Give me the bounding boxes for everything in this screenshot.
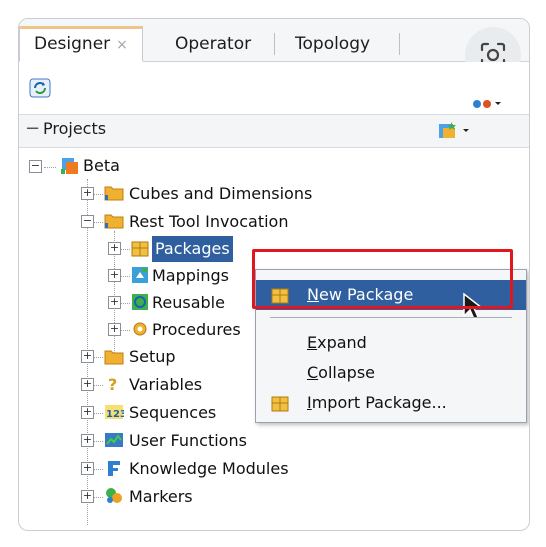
reusable-mapping-icon (132, 294, 148, 310)
tree-item-label: Markers (129, 487, 193, 506)
tree-item-label: Variables (129, 375, 203, 394)
tree-item-label: Cubes and Dimensions (129, 184, 313, 203)
tree-item-setup[interactable]: Setup (129, 344, 176, 370)
annotation-highlight-box (252, 249, 513, 309)
menu-item-expand[interactable]: Expand (256, 328, 526, 358)
expand-toggle[interactable]: + (108, 323, 121, 336)
refresh-icon[interactable] (29, 78, 51, 98)
projects-header: − Projects (19, 115, 529, 148)
tab-designer[interactable]: Designer × (19, 26, 143, 62)
svg-text:123: 123 (106, 409, 124, 420)
expand-toggle[interactable]: + (108, 296, 121, 309)
tab-close-icon[interactable]: × (116, 37, 128, 53)
expand-toggle[interactable]: + (81, 462, 94, 475)
tree-item-label: Procedures (152, 320, 241, 339)
expand-toggle[interactable]: + (81, 350, 94, 363)
expand-toggle[interactable]: + (108, 269, 121, 282)
tab-topology-label: Topology (295, 34, 371, 54)
connect-icon[interactable] (471, 94, 501, 112)
tree-item-user-functions[interactable]: User Functions (129, 428, 247, 454)
tree-item-label: Sequences (129, 403, 217, 422)
menu-item-label: Expand (307, 333, 367, 352)
collapse-beta-toggle[interactable]: − (29, 160, 42, 173)
package-icon (131, 241, 149, 257)
expand-toggle[interactable]: + (81, 187, 94, 200)
folder-icon (104, 214, 124, 229)
package-icon (271, 396, 289, 412)
procedure-gear-icon (133, 322, 147, 336)
sequence-icon: 123 (105, 405, 124, 420)
tree-item-label: Knowledge Modules (129, 459, 289, 478)
user-function-icon (105, 433, 123, 447)
tree-item-variables[interactable]: Variables (129, 372, 202, 398)
expand-toggle[interactable]: + (81, 490, 94, 503)
new-project-icon[interactable] (437, 121, 473, 141)
tree-item-knowledge-modules[interactable]: Knowledge Modules (129, 456, 289, 482)
tree-item-label: Beta (83, 156, 120, 175)
menu-item-label: Import Package... (307, 393, 447, 412)
toolbar (19, 62, 529, 115)
tree-item-label: Rest Tool Invocation (129, 212, 289, 231)
knowledge-module-icon (108, 461, 120, 476)
tab-designer-label: Designer (34, 34, 111, 54)
menu-item-import-package[interactable]: Import Package... (256, 388, 526, 418)
collapse-toggle[interactable]: − (81, 215, 94, 228)
folder-icon (104, 186, 124, 201)
tree-item-label: Mappings (152, 266, 229, 285)
menu-item-label: Collapse (307, 363, 375, 382)
tree-item-markers[interactable]: Markers (129, 484, 193, 510)
tab-separator (399, 33, 400, 55)
tree-item-procedures[interactable]: Procedures (152, 317, 241, 343)
tab-separator (274, 33, 275, 55)
tab-operator[interactable]: Operator (161, 29, 265, 61)
marker-icon (106, 488, 122, 503)
tree-item-label: Reusable (152, 293, 225, 312)
tree-item-reusable[interactable]: Reusable (152, 290, 225, 316)
tree-item-beta[interactable]: Beta (83, 153, 120, 179)
expand-toggle[interactable]: + (81, 378, 94, 391)
variable-icon: ? (108, 375, 117, 393)
expand-toggle[interactable]: + (81, 406, 94, 419)
tree-item-rest-tool-invocation[interactable]: Rest Tool Invocation (129, 209, 288, 235)
mapping-icon (132, 267, 148, 283)
collapse-section-icon[interactable]: − (25, 118, 40, 139)
expand-toggle[interactable]: + (81, 434, 94, 447)
tree-item-label: Packages (155, 239, 230, 258)
tree-item-label: User Functions (129, 431, 247, 450)
tree-item-packages[interactable]: Packages (152, 236, 233, 262)
expand-toggle[interactable]: + (108, 242, 121, 255)
tab-bar: Designer × Operator Topology (19, 19, 529, 83)
svg-text:?: ? (108, 375, 117, 393)
section-title: Projects (43, 119, 107, 138)
tree-item-sequences[interactable]: Sequences (129, 400, 216, 426)
tree-item-mappings[interactable]: Mappings (152, 263, 229, 289)
tree-item-cubes[interactable]: Cubes and Dimensions (129, 181, 312, 207)
folder-icon (104, 350, 124, 365)
tree-item-label: Setup (129, 347, 176, 366)
tab-operator-label: Operator (175, 34, 252, 54)
project-icon (61, 158, 78, 174)
tab-topology[interactable]: Topology (281, 29, 384, 61)
menu-separator (270, 317, 512, 318)
menu-item-collapse[interactable]: Collapse (256, 358, 526, 388)
